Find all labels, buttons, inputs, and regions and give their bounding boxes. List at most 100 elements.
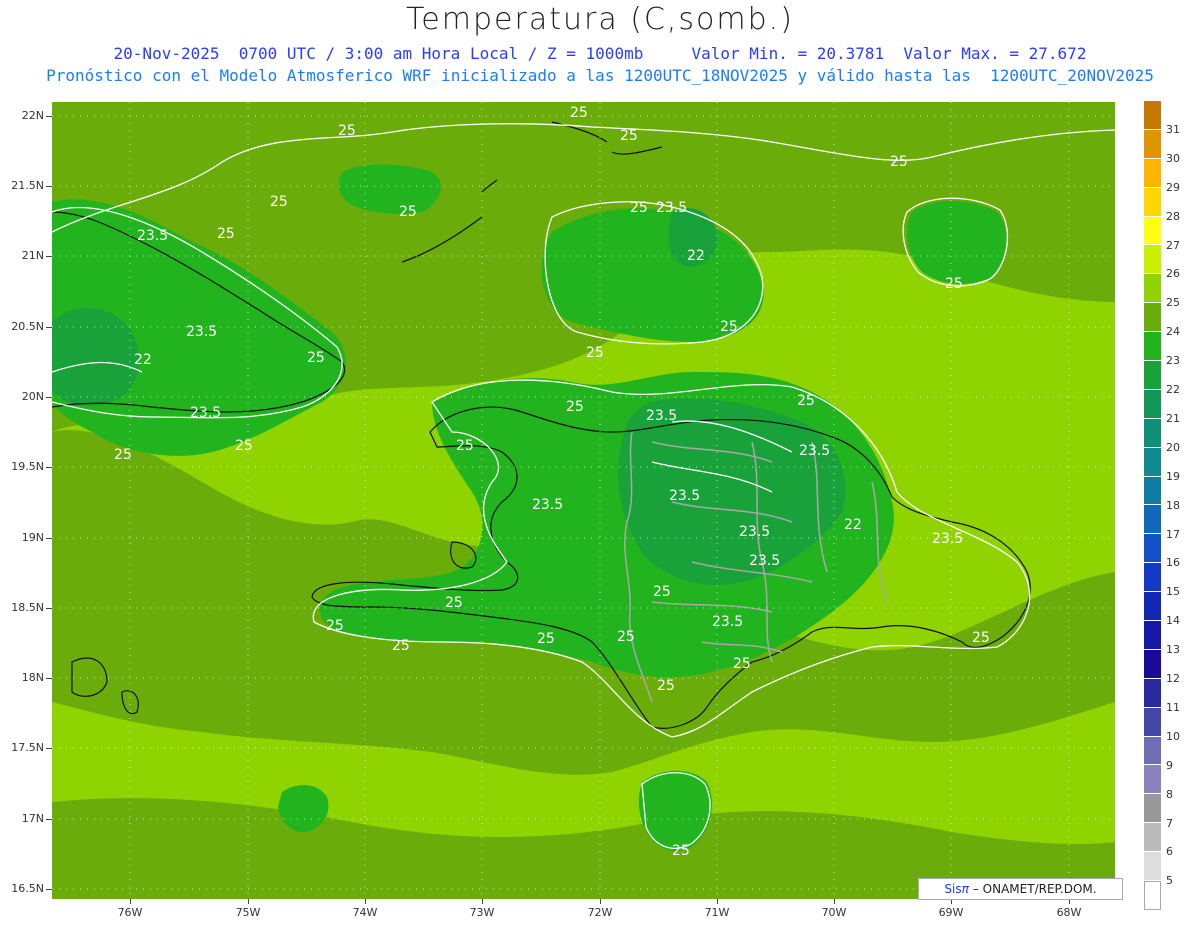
lat-tick xyxy=(46,256,52,257)
colorbar-label: 24 xyxy=(1166,325,1180,339)
svg-text:25: 25 xyxy=(270,194,288,210)
colorbar-cell xyxy=(1144,505,1161,535)
colorbar-label: 31 xyxy=(1166,122,1180,136)
svg-text:25: 25 xyxy=(307,350,325,366)
brand-name: Sis xyxy=(944,882,962,896)
svg-text:25: 25 xyxy=(797,393,815,409)
colorbar-cell xyxy=(1144,101,1161,130)
lat-label-18n: 18N xyxy=(21,671,44,684)
lon-label-70w: 70W xyxy=(821,906,847,919)
svg-text:25: 25 xyxy=(617,629,635,645)
colorbar-label: 9 xyxy=(1166,758,1173,772)
temperature-colorbar xyxy=(1144,101,1161,910)
svg-text:25: 25 xyxy=(945,276,963,292)
subtitle-line-1: 20-Nov-2025 0700 UTC / 3:00 am Hora Loca… xyxy=(113,44,1087,63)
lat-label-17-5n: 17.5N xyxy=(11,741,44,754)
lat-tick xyxy=(46,397,52,398)
colorbar-cell xyxy=(1144,447,1161,477)
svg-text:23.5: 23.5 xyxy=(186,324,217,340)
colorbar-cell xyxy=(1144,216,1161,246)
lon-tick xyxy=(717,899,718,904)
colorbar-cell xyxy=(1144,852,1161,882)
colorbar-cell xyxy=(1144,678,1161,708)
colorbar-cell xyxy=(1144,736,1161,766)
lat-tick xyxy=(46,186,52,187)
colorbar-cell xyxy=(1144,245,1161,275)
svg-text:22: 22 xyxy=(134,352,152,368)
lat-label-22n: 22N xyxy=(21,109,44,122)
svg-text:23.5: 23.5 xyxy=(749,553,780,569)
colorbar-cell xyxy=(1144,707,1161,737)
lat-label-16-5n: 16.5N xyxy=(11,882,44,895)
colorbar-label: 22 xyxy=(1166,383,1180,396)
colorbar-cell xyxy=(1144,303,1161,333)
pi-logo-icon: π xyxy=(961,882,969,896)
colorbar-cell xyxy=(1144,534,1161,564)
lon-tick xyxy=(482,899,483,904)
colorbar-label: 13 xyxy=(1166,643,1180,657)
colorbar-label: 26 xyxy=(1166,267,1180,281)
colorbar-label: 28 xyxy=(1166,209,1180,223)
svg-text:23.5: 23.5 xyxy=(932,531,963,547)
colorbar-label: 16 xyxy=(1166,556,1180,570)
svg-text:25: 25 xyxy=(657,678,675,694)
lat-label-18-5n: 18.5N xyxy=(11,601,44,614)
svg-text:25: 25 xyxy=(672,843,690,859)
lon-label-74w: 74W xyxy=(352,906,378,919)
colorbar-label: 25 xyxy=(1166,296,1180,310)
svg-text:25: 25 xyxy=(392,638,410,654)
svg-text:25: 25 xyxy=(620,128,638,144)
svg-text:25: 25 xyxy=(114,447,132,463)
colorbar-label: 6 xyxy=(1166,845,1173,859)
svg-text:23.5: 23.5 xyxy=(656,200,687,216)
lat-tick xyxy=(46,889,52,890)
svg-text:23.5: 23.5 xyxy=(739,524,770,540)
lat-label-21n: 21N xyxy=(21,249,44,262)
map-canvas: 25 25 25 25 25 25 25 23.5 25 23.5 22 25 … xyxy=(52,102,1115,899)
subtitle-line-2: Pronóstico con el Modelo Atmosferico WRF… xyxy=(46,66,1154,85)
svg-text:25: 25 xyxy=(630,200,648,216)
svg-text:25: 25 xyxy=(972,630,990,646)
lon-label-72w: 72W xyxy=(587,906,613,919)
colorbar-cell xyxy=(1144,765,1161,795)
colorbar-cell xyxy=(1144,361,1161,390)
chart-title: Temperatura (C,somb.) xyxy=(406,2,794,37)
colorbar-cell xyxy=(1144,418,1161,448)
svg-text:25: 25 xyxy=(235,438,253,454)
colorbar-label: 30 xyxy=(1166,151,1180,165)
colorbar-label: 15 xyxy=(1166,585,1180,599)
colorbar-label: 17 xyxy=(1166,527,1180,541)
lon-label-71w: 71W xyxy=(704,906,730,919)
lat-label-20-5n: 20.5N xyxy=(11,320,44,333)
colorbar-label: 10 xyxy=(1166,729,1180,743)
svg-text:25: 25 xyxy=(537,631,555,647)
lon-label-76w: 76W xyxy=(117,906,143,919)
colorbar-label: 12 xyxy=(1166,672,1180,685)
lat-tick xyxy=(46,327,52,328)
colorbar-cell xyxy=(1144,649,1161,679)
svg-text:25: 25 xyxy=(445,595,463,611)
lat-tick xyxy=(46,819,52,820)
lat-tick xyxy=(46,467,52,468)
svg-text:25: 25 xyxy=(456,438,474,454)
colorbar-cell xyxy=(1144,187,1161,217)
temperature-map: 25 25 25 25 25 25 25 23.5 25 23.5 22 25 … xyxy=(52,102,1115,899)
svg-text:23.5: 23.5 xyxy=(799,443,830,459)
lat-tick xyxy=(46,538,52,539)
colorbar-label: 11 xyxy=(1166,700,1180,714)
lat-tick xyxy=(46,678,52,679)
lon-tick xyxy=(130,899,131,904)
colorbar-cell xyxy=(1144,129,1161,159)
svg-text:25: 25 xyxy=(720,319,738,335)
svg-text:25: 25 xyxy=(653,584,671,600)
colorbar-cell xyxy=(1144,274,1161,304)
colorbar-label: 14 xyxy=(1166,614,1180,628)
svg-text:23.5: 23.5 xyxy=(137,228,168,244)
colorbar-label: 5 xyxy=(1166,874,1173,888)
organization-name: – ONAMET/REP.DOM. xyxy=(972,882,1097,896)
colorbar-cell xyxy=(1144,592,1161,622)
lon-tick xyxy=(365,899,366,904)
colorbar-cell xyxy=(1144,158,1161,188)
lon-tick xyxy=(600,899,601,904)
lat-tick xyxy=(46,116,52,117)
